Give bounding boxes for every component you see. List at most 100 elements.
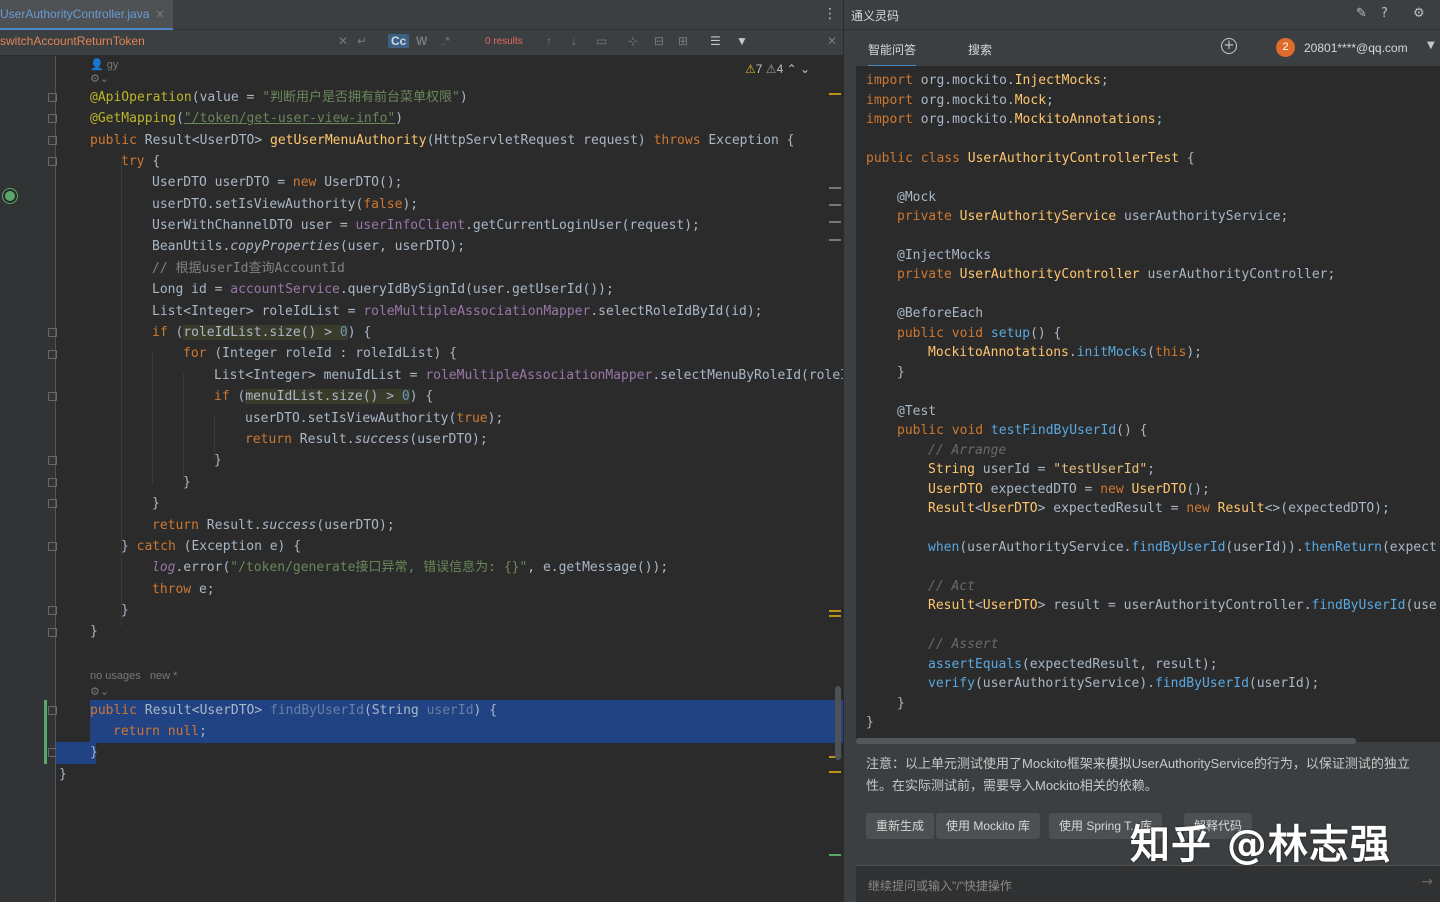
send-icon[interactable]: → — [1421, 874, 1433, 890]
filter-options-icon[interactable]: ☰ — [710, 34, 721, 48]
warning-icon: ⚠ — [745, 62, 756, 76]
code-line: } — [121, 603, 129, 618]
stripe-mark[interactable] — [829, 854, 841, 856]
user-email[interactable]: 20801****@qq.com — [1304, 41, 1408, 55]
prev-occurrence-icon[interactable]: ↑ — [546, 34, 552, 48]
code-line: Result<UserDTO> expectedResult = new Res… — [928, 501, 1390, 516]
editor-tab-bar: UserAuthorityController.java ✕ ⋮ — [0, 0, 843, 30]
settings-icon[interactable]: ⚙ — [1413, 6, 1425, 21]
code-line: } — [897, 696, 905, 711]
code-line: Long id = accountService.queryIdBySignId… — [152, 282, 614, 297]
chevron-up-icon[interactable]: ⌃ — [787, 62, 797, 76]
code-line: import org.mockito.Mock; — [866, 93, 1054, 108]
code-line: public class UserAuthorityControllerTest… — [866, 151, 1195, 166]
chat-input-placeholder: 继续提问或输入"/"快捷操作 — [868, 879, 1012, 893]
find-results-count: 0 results — [485, 36, 523, 47]
code-comment: // 根据userId查询AccountId — [152, 261, 345, 276]
code-line: for (Integer roleId : roleIdList) { — [183, 346, 457, 361]
edit-icon[interactable]: ✎ — [1356, 6, 1367, 21]
inspection-widget[interactable]: ⚠7 ⚠4 ⌃ ⌄ — [745, 62, 810, 76]
code-line: userDTO.setIsViewAuthority(true); — [245, 411, 504, 426]
panel-tabs: 智能问答 搜索 + 2 20801****@qq.com ▼ — [844, 30, 1440, 67]
stripe-mark[interactable] — [829, 615, 841, 617]
remove-selection-icon[interactable]: ⊟ — [654, 34, 664, 48]
help-icon[interactable]: ? — [1381, 6, 1388, 21]
code-line: BeanUtils.copyProperties(user, userDTO); — [152, 239, 466, 254]
code-line: return Result.success(userDTO); — [152, 518, 395, 533]
code-line: } — [90, 624, 98, 639]
chevron-down-icon[interactable]: ▼ — [1427, 40, 1435, 51]
regex-toggle[interactable]: .* — [442, 34, 450, 48]
tab-label: UserAuthorityController.java — [0, 7, 150, 21]
code-line-selected: public Result<UserDTO> findByUserId(Stri… — [90, 703, 498, 718]
find-input[interactable]: switchAccountReturnToken — [0, 34, 145, 48]
code-line: } — [214, 453, 222, 468]
code-line: @ApiOperation(value = "判断用户是否拥有前台菜单权限") — [90, 90, 468, 105]
find-bar: switchAccountReturnToken ✕ ↵ Cc W .* 0 r… — [0, 30, 843, 56]
close-icon[interactable]: ✕ — [155, 8, 164, 21]
select-all-icon[interactable]: ⊞ — [678, 34, 688, 48]
code-line: import org.mockito.MockitoAnnotations; — [866, 112, 1164, 127]
code-line: } — [897, 365, 905, 380]
code-line: @InjectMocks — [897, 248, 991, 263]
close-find-icon[interactable]: ✕ — [827, 34, 837, 48]
next-occurrence-icon[interactable]: ↓ — [571, 34, 577, 48]
watermark: 知乎 @林志强 — [1130, 822, 1391, 868]
vertical-scrollbar[interactable] — [835, 686, 841, 760]
code-line: when(userAuthorityService.findByUserId(u… — [928, 540, 1437, 555]
stripe-mark[interactable] — [829, 239, 841, 241]
tab-search[interactable]: 搜索 — [968, 41, 992, 58]
code-line: MockitoAnnotations.initMocks(this); — [928, 345, 1202, 360]
indent-guide — [183, 374, 184, 480]
tab-user-authority-controller[interactable]: UserAuthorityController.java ✕ — [0, 0, 173, 30]
more-vertical-icon[interactable]: ⋮ — [823, 6, 837, 22]
horizontal-scrollbar[interactable] — [856, 738, 1356, 744]
tab-qa[interactable]: 智能问答 — [868, 41, 917, 67]
code-editor: UserAuthorityController.java ✕ ⋮ switchA… — [0, 0, 876, 902]
match-case-toggle[interactable]: Cc — [388, 34, 410, 48]
code-line: assertEquals(expectedResult, result); — [928, 657, 1218, 672]
stripe-mark[interactable] — [829, 221, 841, 223]
code-line: private UserAuthorityController userAuth… — [897, 267, 1336, 282]
stripe-mark[interactable] — [829, 610, 841, 612]
code-line-selected: return null; — [113, 724, 207, 739]
link-url: "/token/get-user-view-info" — [183, 111, 396, 126]
avatar[interactable]: 2 — [1276, 38, 1295, 57]
select-all-occurrences-icon[interactable]: ▭ — [596, 34, 607, 48]
code-line: } catch (Exception e) { — [121, 539, 302, 554]
stripe-mark[interactable] — [829, 771, 841, 773]
code-area[interactable]: 👤 gy ⚙︎⌄ @ApiOperation(value = "判断用户是否拥有… — [56, 56, 876, 902]
chevron-down-icon[interactable]: ⌄ — [800, 62, 810, 76]
chat-input[interactable]: 继续提问或输入"/"快捷操作 → — [856, 865, 1440, 902]
generated-code-block[interactable]: import org.mockito.InjectMocks; import o… — [856, 66, 1440, 742]
code-line: throw e; — [152, 582, 215, 597]
use-mockito-button[interactable]: 使用 Mockito 库 — [936, 813, 1041, 839]
stripe-mark[interactable] — [829, 204, 841, 206]
code-line-selected: } — [90, 745, 98, 760]
code-line: public Result<UserDTO> getUserMenuAuthor… — [90, 133, 795, 148]
code-line: UserDTO expectedDTO = new UserDTO(); — [928, 482, 1210, 497]
stripe-mark[interactable] — [829, 187, 841, 189]
code-line: } — [152, 496, 160, 511]
answer-note: 注意：以上单元测试使用了Mockito框架来模拟UserAuthoritySer… — [866, 756, 1410, 793]
code-line: import org.mockito.InjectMocks; — [866, 73, 1109, 88]
whole-word-toggle[interactable]: W — [416, 34, 427, 48]
clear-search-icon[interactable]: ✕ — [338, 34, 348, 48]
code-line: verify(userAuthorityService).findByUserI… — [928, 676, 1320, 691]
history-icon[interactable]: ↵ — [357, 34, 367, 48]
code-line: List<Integer> roleIdList = roleMultipleA… — [152, 304, 763, 319]
stripe-mark[interactable] — [829, 93, 841, 95]
run-gutter-icon[interactable] — [3, 189, 17, 203]
code-line: public void setup() { — [897, 326, 1062, 341]
new-chat-icon[interactable]: + — [1221, 38, 1237, 54]
code-line: } — [183, 475, 191, 490]
code-comment: // Arrange — [928, 443, 1007, 458]
error-stripe[interactable] — [826, 56, 842, 902]
regenerate-button[interactable]: 重新生成 — [866, 813, 935, 839]
code-line: String userId = "testUserId"; — [928, 462, 1155, 477]
code-line: @Test — [897, 404, 937, 419]
code-line: UserDTO userDTO = new UserDTO(); — [152, 175, 403, 190]
filter-icon[interactable]: ▼ — [736, 34, 748, 48]
add-selection-icon[interactable]: ⊹ — [628, 34, 638, 48]
code-line: return Result.success(userDTO); — [245, 432, 488, 447]
